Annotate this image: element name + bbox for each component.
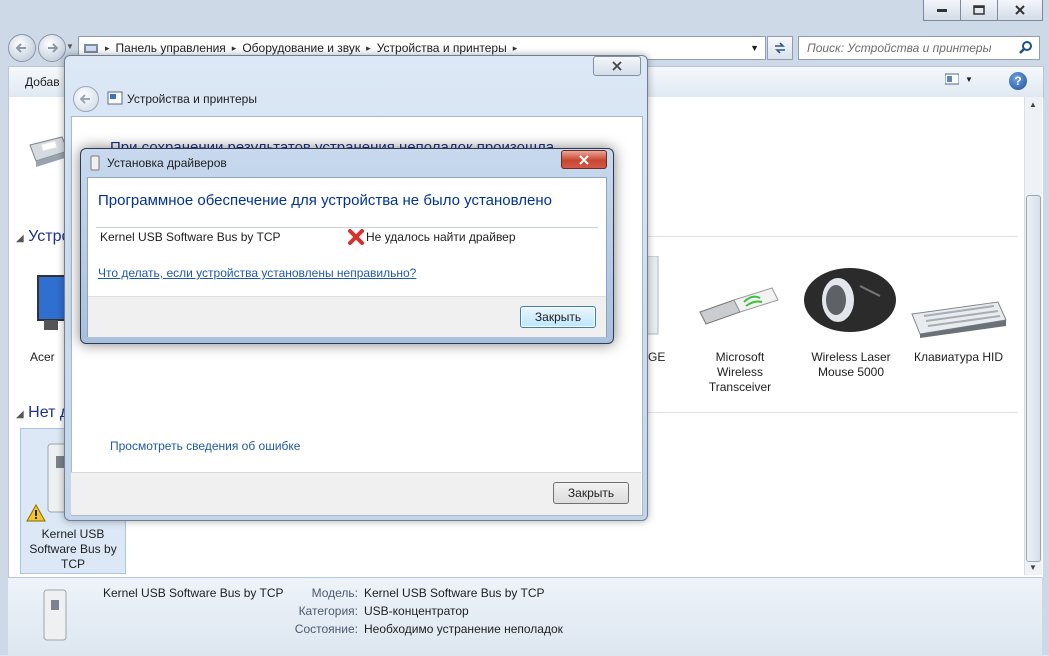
driver-dialog-heading: Программное обеспечение для устройства н… [98, 192, 552, 209]
back-arrow-icon [80, 94, 90, 104]
troubleshooter-back-button[interactable] [73, 86, 99, 112]
scrollbar-thumb[interactable] [1026, 195, 1041, 562]
driver-dialog-footer: Закрыть [88, 296, 606, 337]
breadcrumb-separator: ▸ [512, 42, 518, 53]
mouse-icon[interactable] [802, 264, 898, 336]
back-arrow-icon [16, 43, 26, 53]
address-dropdown-icon[interactable]: ▼ [750, 43, 759, 53]
view-icon [945, 73, 959, 85]
control-panel-icon [84, 44, 98, 53]
section-divider [600, 236, 1018, 237]
restore-icon [973, 5, 985, 15]
close-icon [1015, 5, 1025, 15]
troubleshooter-close-action-button[interactable]: Закрыть [553, 482, 629, 504]
devices-section-header[interactable]: ◢ Устро [16, 228, 70, 246]
forward-button[interactable] [38, 34, 66, 62]
keyboard-icon[interactable] [910, 296, 1008, 338]
troubleshooter-close-button[interactable] [593, 56, 641, 76]
device-label-transceiver[interactable]: Microsoft Wireless Transceiver [700, 350, 780, 395]
driver-dialog-close-action-button[interactable]: Закрыть [520, 306, 596, 328]
breadcrumb-hardware-sound[interactable]: Оборудование и звук [242, 41, 360, 55]
search-input[interactable]: Поиск: Устройства и принтеры [798, 36, 1040, 60]
refresh-button[interactable] [767, 36, 793, 60]
details-row-model: Модель: Kernel USB Software Bus by TCP [311, 586, 545, 600]
device-label-ge[interactable]: GE [648, 350, 665, 365]
refresh-icon [775, 42, 785, 54]
view-chevron-icon: ▼ [965, 74, 973, 84]
device-label-keyboard[interactable]: Клавиатура HID [914, 350, 1003, 365]
close-window-button[interactable] [997, 0, 1043, 21]
view-options[interactable]: ▼ [945, 73, 973, 85]
driver-dialog-body: Программное обеспечение для устройства н… [87, 177, 607, 337]
troubleshooter-title: Устройства и принтеры [127, 92, 257, 106]
forward-arrow-icon [48, 43, 58, 53]
scroll-up-icon[interactable]: ▲ [1029, 100, 1037, 109]
driver-device-name: Kernel USB Software Bus by TCP [100, 230, 281, 244]
details-row-status: Состояние: Необходимо устранение неполад… [294, 622, 563, 636]
breadcrumb-control-panel[interactable]: Панель управления [116, 41, 226, 55]
troubleshooter-footer: Закрыть [71, 472, 641, 515]
window-controls [923, 0, 1043, 22]
nav-buttons [8, 34, 66, 62]
device-label-kernel-usb: Kernel USB Software Bus by TCP [29, 527, 117, 571]
close-icon [612, 61, 622, 71]
breadcrumb-separator: ▸ [366, 42, 371, 53]
driver-status-text: Не удалось найти драйвер [366, 230, 516, 244]
devices-printers-icon [107, 91, 123, 105]
divider [96, 227, 598, 228]
device-label-mouse[interactable]: Wireless Laser Mouse 5000 [810, 350, 892, 380]
driver-help-link[interactable]: Что делать, если устройства установлены … [98, 266, 416, 280]
usb-transceiver-icon[interactable] [696, 278, 780, 330]
driver-dialog-close-button[interactable] [561, 150, 607, 169]
details-device-icon [43, 589, 67, 641]
scroll-down-icon[interactable]: ▼ [1029, 563, 1037, 572]
view-error-details-link[interactable]: Просмотреть сведения об ошибке [110, 439, 300, 453]
driver-dialog-title: Установка драйверов [107, 156, 227, 170]
unspecified-section-header[interactable]: ◢ Нет д [16, 404, 69, 422]
close-icon [579, 154, 589, 165]
breadcrumb-devices-printers[interactable]: Устройства и принтеры [377, 41, 507, 55]
minimize-button[interactable] [923, 0, 961, 21]
driver-device-icon [90, 155, 100, 171]
minimize-icon [937, 9, 947, 12]
device-tower-icon[interactable] [646, 256, 660, 336]
breadcrumb-separator: ▸ [105, 42, 110, 53]
add-device-button[interactable]: Добав [25, 75, 60, 89]
error-x-icon [348, 229, 364, 245]
recent-pages-chevron-icon[interactable]: ▼ [66, 42, 74, 51]
maximize-button[interactable] [960, 0, 998, 21]
search-icon[interactable] [1019, 41, 1033, 55]
search-placeholder: Поиск: Устройства и принтеры [807, 41, 992, 55]
help-icon[interactable]: ? [1009, 72, 1027, 90]
driver-install-dialog: Установка драйверов Программное обеспече… [80, 148, 614, 344]
section-divider [600, 412, 1018, 413]
details-row-category: Категория: USB-концентратор [298, 604, 469, 618]
monitor-icon[interactable] [34, 272, 68, 336]
back-button[interactable] [8, 34, 36, 62]
breadcrumb-separator: ▸ [231, 42, 237, 53]
warning-icon [26, 504, 46, 522]
device-label-acer[interactable]: Acer [30, 350, 55, 365]
